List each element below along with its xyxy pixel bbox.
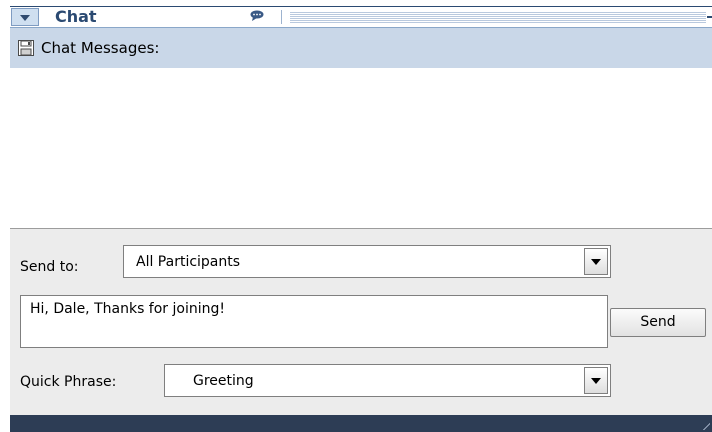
dropdown-arrow-icon xyxy=(591,378,601,384)
quick-phrase-label: Quick Phrase: xyxy=(20,374,117,390)
quick-phrase-value: Greeting xyxy=(193,373,254,389)
send-to-dropdown-button[interactable] xyxy=(584,248,608,275)
chat-messages-area[interactable] xyxy=(10,68,712,229)
message-input[interactable]: Hi, Dale, Thanks for joining! xyxy=(20,295,608,348)
title-separator xyxy=(281,10,282,24)
floppy-disk-icon[interactable] xyxy=(18,40,34,56)
chat-title-bar[interactable]: Chat xyxy=(10,6,712,28)
send-to-select[interactable]: All Participants xyxy=(123,245,611,278)
messages-header: Chat Messages: xyxy=(10,28,712,68)
messages-header-label: Chat Messages: xyxy=(41,39,160,57)
collapse-button[interactable] xyxy=(11,8,39,26)
panel-title: Chat xyxy=(55,7,97,26)
bottom-status-bar xyxy=(10,415,712,432)
chat-window: Chat Chat Messages: Send to: All Partici… xyxy=(0,0,712,432)
quick-phrase-dropdown-button[interactable] xyxy=(584,367,608,394)
send-to-value: All Participants xyxy=(136,254,241,270)
send-to-label: Send to: xyxy=(20,259,79,275)
speech-bubble-icon xyxy=(250,10,264,21)
drag-grip[interactable] xyxy=(290,11,706,23)
compose-panel: Send to: All Participants Hi, Dale, Than… xyxy=(10,229,712,415)
resize-grip-icon[interactable] xyxy=(702,422,710,430)
send-button[interactable]: Send xyxy=(610,308,706,337)
dropdown-arrow-icon xyxy=(591,259,601,265)
quick-phrase-select[interactable]: Greeting xyxy=(164,364,611,397)
chevron-down-icon xyxy=(20,15,30,21)
minimize-icon[interactable] xyxy=(707,16,712,18)
